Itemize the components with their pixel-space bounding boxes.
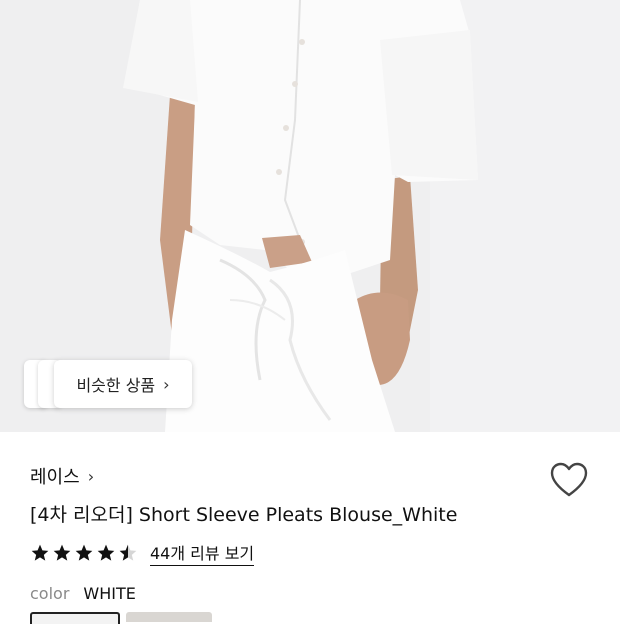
color-value: WHITE: [83, 584, 136, 603]
reviews-link[interactable]: 44개 리뷰 보기: [150, 540, 255, 566]
similar-products-label: 비슷한 상품: [76, 376, 156, 395]
star-full-icon: [75, 544, 93, 561]
chevron-right-icon: ›: [87, 466, 95, 486]
brand-name: 레이스: [30, 467, 80, 488]
rating-row: 44개 리뷰 보기: [30, 540, 255, 566]
brand-link[interactable]: 레이스 ›: [30, 462, 94, 490]
chevron-right-icon: ›: [163, 374, 170, 394]
color-label: color: [30, 584, 70, 603]
star-full-icon: [53, 544, 71, 561]
heart-outline-icon[interactable]: [550, 462, 588, 498]
product-title: [4차 리오더] Short Sleeve Pleats Blouse_Whit…: [30, 504, 458, 526]
star-full-icon: [31, 544, 49, 561]
similar-products-pill[interactable]: 비슷한 상품 ›: [54, 360, 192, 408]
color-row: color WHITE: [30, 584, 136, 603]
star-half-icon: [119, 544, 137, 561]
color-swatch-selected[interactable]: [30, 612, 120, 624]
star-full-icon: [97, 544, 115, 561]
rating-stars: [30, 543, 138, 563]
product-image[interactable]: 비슷한 상품 ›: [0, 0, 620, 432]
color-swatch[interactable]: [126, 612, 212, 622]
